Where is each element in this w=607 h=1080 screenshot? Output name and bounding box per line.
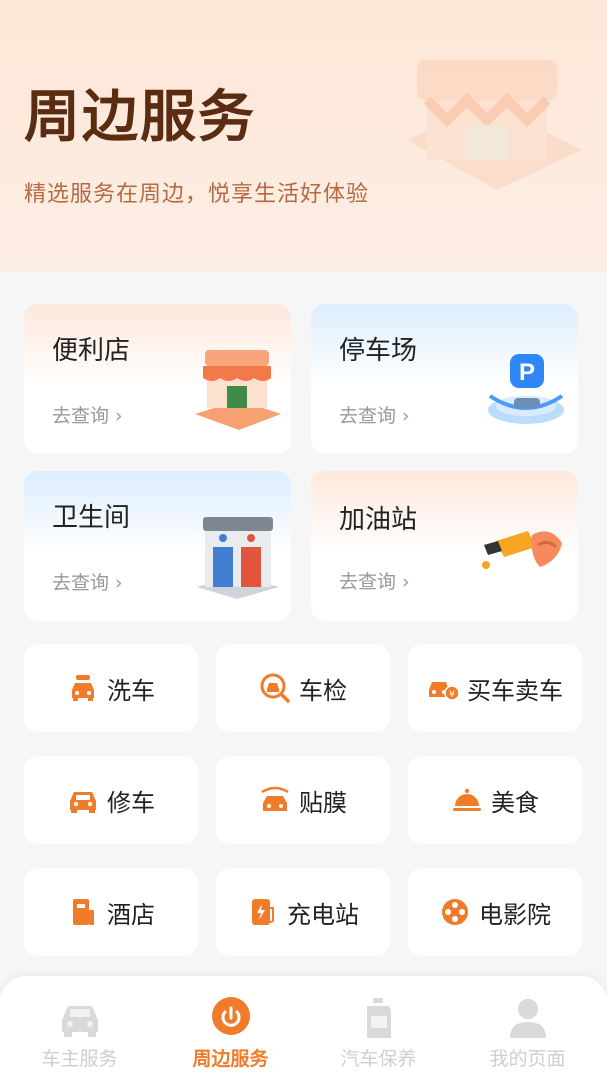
service-car-inspection[interactable]: 车检 [216, 644, 390, 732]
tab-car-owner-service[interactable]: 车主服务 [4, 976, 155, 1080]
tab-label: 汽车保养 [340, 1048, 417, 1070]
query-link[interactable]: 去查询 › [52, 568, 123, 595]
car-repair-icon [70, 792, 96, 813]
card-convenience-store[interactable]: 便利店 去查询 › [24, 304, 291, 454]
card-title: 卫生间 [52, 503, 131, 533]
tab-label: 我的页面 [489, 1048, 566, 1070]
service-label: 美食 [491, 788, 539, 817]
hotel-icon [73, 899, 94, 925]
page-title: 周边服务 [24, 85, 256, 150]
card-title: 停车场 [339, 336, 418, 366]
car-wash-icon [72, 675, 94, 701]
service-label: 洗车 [107, 676, 155, 705]
chevron-right-icon: › [115, 405, 123, 427]
food-cloche-icon [453, 788, 481, 811]
user-icon [509, 999, 546, 1038]
svg-text:¥: ¥ [449, 690, 455, 700]
parking-icon: P [488, 354, 564, 424]
card-parking[interactable]: 停车场 去查询 › P [311, 304, 578, 454]
tab-label: 周边服务 [192, 1048, 269, 1070]
tab-car-maintenance[interactable]: 汽车保养 [303, 976, 454, 1080]
chevron-right-icon: › [115, 572, 123, 594]
card-title: 便利店 [52, 336, 131, 366]
service-car-wash[interactable]: 洗车 [24, 644, 198, 732]
restroom-icon [197, 517, 279, 599]
car-icon [61, 1006, 98, 1037]
location-icon [211, 997, 250, 1035]
service-label: 酒店 [107, 900, 155, 929]
service-label: 充电站 [287, 900, 359, 929]
car-film-icon [261, 786, 289, 811]
charging-station-icon [252, 899, 274, 925]
card-title: 加油站 [339, 505, 418, 535]
fuel-nozzle-icon [482, 531, 562, 569]
chevron-right-icon: › [402, 571, 410, 593]
query-link[interactable]: 去查询 › [52, 401, 123, 428]
service-hotel[interactable]: 酒店 [24, 868, 198, 956]
chevron-right-icon: › [402, 405, 410, 427]
service-charging-station[interactable]: 充电站 [216, 868, 390, 956]
service-label: 车检 [299, 676, 347, 705]
tab-my-page[interactable]: 我的页面 [452, 976, 603, 1080]
bottom-tab-bar: 车主服务 周边服务 汽车保养 我的页面 [0, 976, 607, 1080]
service-car-trade[interactable]: ¥ 买车卖车 [408, 644, 582, 732]
card-restroom[interactable]: 卫生间 去查询 › [24, 471, 291, 621]
oil-can-icon [366, 998, 391, 1038]
service-food[interactable]: 美食 [408, 756, 582, 844]
service-label: 修车 [107, 788, 155, 817]
tab-nearby-service[interactable]: 周边服务 [155, 976, 306, 1080]
service-label: 电影院 [479, 900, 551, 929]
service-cinema[interactable]: 电影院 [408, 868, 582, 956]
page-subtitle: 精选服务在周边，悦享生活好体验 [24, 182, 370, 207]
car-trade-icon: ¥ [429, 682, 459, 701]
query-link[interactable]: 去查询 › [339, 401, 410, 428]
service-label: 贴膜 [299, 788, 347, 817]
service-car-film[interactable]: 贴膜 [216, 756, 390, 844]
card-gas-station[interactable]: 加油站 去查询 › [311, 471, 578, 621]
store-illustration-icon [407, 60, 582, 190]
film-reel-icon [442, 899, 468, 925]
svg-text:P: P [519, 359, 535, 386]
store-icon [195, 350, 281, 430]
query-link[interactable]: 去查询 › [339, 567, 410, 594]
tab-label: 车主服务 [41, 1048, 118, 1070]
service-label: 买车卖车 [467, 676, 563, 705]
service-car-repair[interactable]: 修车 [24, 756, 198, 844]
header-banner: 周边服务 精选服务在周边，悦享生活好体验 [0, 0, 607, 272]
car-inspection-icon [260, 673, 290, 703]
